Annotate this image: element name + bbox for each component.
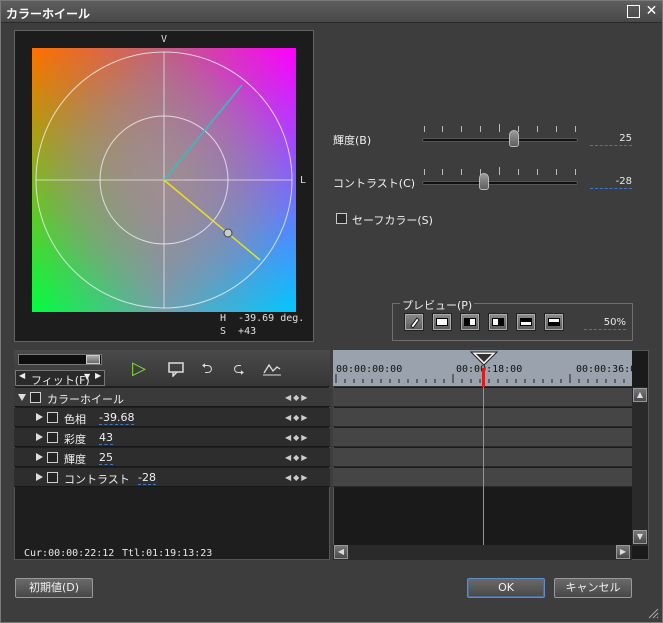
playhead-icon[interactable] [470,351,498,367]
contrast-thumb[interactable] [479,173,489,190]
split-bottom-icon[interactable] [544,313,564,331]
track-row-saturation[interactable]: 彩度 43 ◀◆▶ [14,428,330,447]
track-label: カラーホイール [47,393,124,406]
track-label: コントラスト [64,473,130,486]
fit-dropdown[interactable]: ◀ フィット(F) ▼ ▶ [15,370,105,387]
play-icon[interactable]: ▷ [128,359,150,379]
collapse-icon[interactable] [18,394,26,401]
color-wheel-canvas[interactable] [32,48,296,312]
contrast-label: コントラスト(C) [333,177,416,190]
track-value[interactable]: -39.68 [99,411,135,425]
keyframe-nav-icons[interactable]: ◀◆▶ [285,453,309,462]
chevron-down-icon: ▼ [84,372,91,381]
preview-zoom-value[interactable]: 50% [584,317,626,330]
expand-icon[interactable] [36,473,43,481]
eraser-icon[interactable] [404,313,424,331]
track-checkbox[interactable] [47,412,58,423]
brightness-track[interactable] [422,138,578,142]
safe-color-label: セーフカラー(S) [352,214,433,227]
window-title: カラーホイール [6,7,91,21]
contrast-track[interactable] [422,181,578,185]
split-right-icon[interactable] [488,313,508,331]
track-checkbox[interactable] [47,452,58,463]
redo-icon[interactable]: ⮎ [228,359,250,379]
wheel-handle[interactable] [223,228,233,238]
ruler-label: 00:00:00:00 [336,364,403,375]
contrast-value[interactable]: -28 [590,176,632,189]
wheel-l-label: L [300,175,307,186]
maximize-icon[interactable] [627,5,640,18]
brightness-ticks [424,124,576,132]
full-view-icon[interactable] [432,313,452,331]
scroll-left-icon[interactable]: ◀ [334,545,348,559]
cancel-button[interactable]: キャンセル [554,578,632,598]
comment-icon[interactable] [165,359,187,379]
preview-legend: プレビュー(P) [400,297,475,313]
playhead-marker [482,368,485,387]
split-top-icon[interactable] [516,313,536,331]
chevron-left-icon[interactable]: ◀ [19,371,25,380]
expand-icon[interactable] [36,413,43,421]
current-time: Cur:00:00:22:12 [24,548,115,559]
ruler-label: 00:00:36:00 [576,364,632,375]
keyframe-nav-icons[interactable]: ◀◆▶ [285,413,309,422]
safe-color-checkbox[interactable] [336,213,347,224]
playhead-line [483,364,484,545]
keyframe-nav-icons[interactable]: ◀◆▶ [285,473,309,482]
keyframe-nav-icons[interactable]: ◀◆▶ [285,433,309,442]
zoom-slider-thumb[interactable] [86,355,100,364]
scroll-up-icon[interactable]: ▲ [633,388,647,402]
expand-icon[interactable] [36,453,43,461]
track-row-hue[interactable]: 色相 -39.68 ◀◆▶ [14,408,330,427]
chevron-right-icon[interactable]: ▶ [95,371,101,380]
undo-icon[interactable]: ⮌ [196,359,218,379]
close-icon[interactable]: ✕ [645,4,658,18]
track-label: 彩度 [64,433,86,446]
track-row-contrast[interactable]: コントラスト -28 ◀◆▶ [14,468,330,487]
wheel-v-label: V [161,34,168,45]
ok-button[interactable]: OK [467,578,545,598]
scroll-down-icon[interactable]: ▼ [633,530,647,544]
track-value[interactable]: -28 [138,471,156,485]
fit-label: フィット(F) [31,374,90,387]
brightness-label: 輝度(B) [333,134,372,147]
track-value[interactable]: 43 [99,431,113,445]
brightness-value[interactable]: 25 [590,133,632,146]
graph-icon[interactable] [261,359,283,379]
hue-readout: H -39.69 deg. [220,313,305,324]
horizontal-scrollbar[interactable]: ◀ ▶ [333,545,632,560]
total-time: Ttl:01:19:13:23 [122,548,213,559]
reset-button[interactable]: 初期値(D) [15,578,93,598]
scroll-right-icon[interactable]: ▶ [616,545,630,559]
track-label: 色相 [64,413,86,426]
track-row-brightness[interactable]: 輝度 25 ◀◆▶ [14,448,330,467]
expand-icon[interactable] [36,433,43,441]
track-value[interactable]: 25 [99,451,113,465]
resize-grip-icon[interactable] [647,607,659,619]
track-row-color-wheel[interactable]: カラーホイール ◀◆▶ [14,388,330,407]
split-left-icon[interactable] [460,313,480,331]
contrast-ticks [424,167,576,175]
track-checkbox[interactable] [47,472,58,483]
track-label: 輝度 [64,453,86,466]
saturation-readout: S +43 [220,326,257,337]
title-bar: カラーホイール ✕ [1,1,662,23]
vertical-scrollbar[interactable]: ▲ ▼ [632,387,648,546]
keyframe-nav-icons[interactable]: ◀◆▶ [285,393,309,402]
track-checkbox[interactable] [30,392,41,403]
brightness-thumb[interactable] [509,130,519,147]
track-checkbox[interactable] [47,432,58,443]
